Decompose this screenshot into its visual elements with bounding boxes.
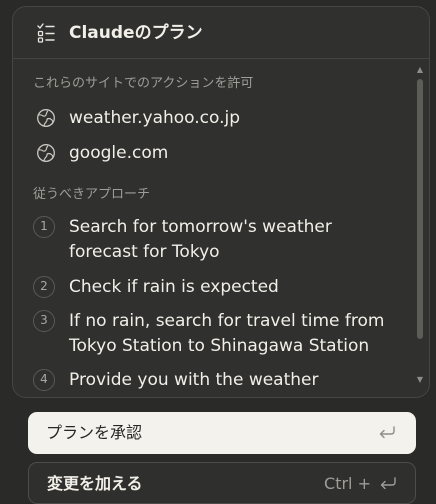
- step-number: 1: [33, 216, 55, 238]
- sites-heading: これらのサイトでのアクションを許可: [33, 76, 254, 91]
- steps-heading: 従うべきアプローチ: [33, 187, 151, 202]
- step-text: Check if rain is expected: [69, 277, 279, 297]
- site-item-weather-yahoo: weather.yahoo.co.jp: [33, 105, 393, 131]
- make-changes-label: 変更を加える: [47, 474, 143, 493]
- step-number: 3: [33, 310, 55, 332]
- plan-panel: Claudeのプラン これらのサイトでのアクションを許可 weather.yah…: [12, 6, 430, 398]
- enter-key-icon: [380, 477, 396, 490]
- approve-plan-button[interactable]: プランを承認: [28, 412, 416, 454]
- plan-title: Claudeのプラン: [69, 23, 203, 43]
- site-name: weather.yahoo.co.jp: [69, 108, 241, 128]
- globe-icon: [37, 144, 55, 162]
- make-changes-button[interactable]: 変更を加える Ctrl +: [28, 462, 416, 504]
- checklist-icon: [37, 23, 55, 43]
- scroll-up-arrow-icon[interactable]: ▲: [415, 65, 425, 75]
- keyboard-shortcut: Ctrl +: [324, 474, 371, 493]
- step-number: 4: [33, 369, 55, 391]
- site-item-google: google.com: [33, 140, 393, 166]
- plan-header: Claudeのプラン: [13, 7, 429, 59]
- step-text: If no rain, search for travel time from …: [69, 311, 385, 356]
- globe-icon: [37, 109, 55, 127]
- step-text: Search for tomorrow's weather forecast f…: [69, 217, 332, 262]
- scroll-thumb[interactable]: [417, 79, 423, 339]
- plan-scrollbar[interactable]: ▲ ▼: [415, 59, 425, 397]
- step-text: Provide you with the weather: [69, 370, 319, 390]
- approve-plan-label: プランを承認: [46, 423, 143, 442]
- scroll-down-arrow-icon[interactable]: ▼: [415, 375, 425, 385]
- enter-key-icon: [379, 426, 395, 439]
- site-name: google.com: [69, 143, 169, 163]
- step-number: 2: [33, 276, 55, 298]
- background-title-text: information: [68, 0, 172, 4]
